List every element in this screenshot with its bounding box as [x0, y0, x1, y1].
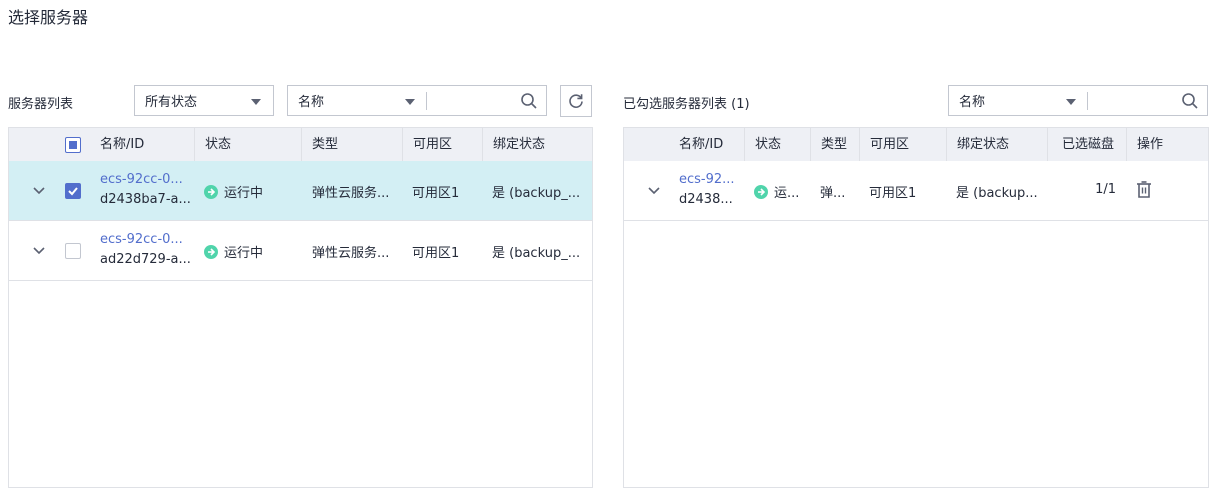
server-list-label: 服务器列表: [8, 97, 74, 112]
status-cell: 运行中: [204, 242, 300, 261]
check-icon: [68, 187, 78, 196]
chevron-down-icon[interactable]: [33, 247, 45, 255]
table-header: 名称/ID 状态 类型 可用区 绑定状态 已选磁盘 操作: [624, 128, 1208, 161]
server-list-table: 名称/ID 状态 类型 可用区 绑定状态 ecs-92cc-0... d2438…: [8, 127, 593, 488]
table-row[interactable]: ecs-92cc-0... ad22d729-a... 运行中 弹性云服务...…: [9, 221, 592, 281]
arrow-right-circle-icon: [754, 185, 768, 199]
status-cell: 运...: [754, 182, 810, 201]
server-name-link[interactable]: ecs-92cc-0...: [100, 232, 192, 247]
status-text: 运行中: [224, 246, 264, 261]
column-header: 可用区: [859, 128, 947, 161]
table-row[interactable]: ecs-92... d2438... 运... 弹... 可用区1 是 (bac…: [624, 161, 1208, 221]
server-id: ad22d729-a...: [100, 252, 191, 267]
status-text: 运...: [774, 186, 800, 201]
status-text: 运行中: [224, 186, 264, 201]
chevron-down-icon: [251, 99, 261, 105]
column-header: 可用区: [402, 128, 482, 161]
status-filter-select[interactable]: 所有状态: [134, 85, 274, 116]
column-header: 操作: [1126, 128, 1208, 161]
column-header: 名称/ID: [100, 137, 145, 152]
status-cell: 运行中: [204, 182, 300, 201]
search-input[interactable]: [426, 85, 547, 116]
column-header: 状态: [744, 128, 811, 161]
zone-cell: 可用区1: [412, 246, 460, 261]
binding-cell: 是 (backup_...: [492, 186, 581, 201]
binding-cell: 是 (backup_...: [492, 246, 581, 261]
search-field-select[interactable]: 名称: [948, 85, 1088, 116]
zone-cell: 可用区1: [412, 186, 460, 201]
zone-cell: 可用区1: [869, 186, 917, 201]
chevron-down-icon: [1066, 99, 1076, 105]
column-header: 状态: [194, 128, 302, 161]
column-header: 名称/ID: [679, 137, 724, 152]
search-icon[interactable]: [1181, 92, 1199, 110]
selected-server-table: 名称/ID 状态 类型 可用区 绑定状态 已选磁盘 操作 ecs-92... d…: [623, 127, 1209, 488]
select-all-checkbox[interactable]: [65, 137, 81, 153]
selected-server-list-label: 已勾选服务器列表 (1): [623, 97, 750, 112]
arrow-right-circle-icon: [204, 185, 218, 199]
row-checkbox[interactable]: [65, 183, 81, 199]
column-header: 绑定状态: [482, 128, 592, 161]
type-cell: 弹性云服务...: [312, 246, 390, 261]
type-cell: 弹...: [820, 186, 846, 201]
column-header: 类型: [810, 128, 860, 161]
search-field-value: 名称: [959, 95, 986, 110]
selected-disks-cell: 1/1: [1095, 182, 1116, 197]
trash-icon[interactable]: [1136, 181, 1152, 199]
server-id: d2438...: [679, 192, 733, 207]
arrow-right-circle-icon: [204, 245, 218, 259]
column-header: 绑定状态: [946, 128, 1048, 161]
status-filter-value: 所有状态: [145, 95, 198, 110]
column-header: 已选磁盘: [1047, 128, 1127, 161]
binding-cell: 是 (backup...: [956, 186, 1038, 201]
refresh-button[interactable]: [560, 85, 592, 117]
server-name-link[interactable]: ecs-92...: [679, 172, 743, 187]
search-input[interactable]: [1087, 85, 1208, 116]
divider: [426, 92, 427, 110]
chevron-down-icon[interactable]: [648, 187, 660, 195]
type-cell: 弹性云服务...: [312, 186, 390, 201]
server-name-link[interactable]: ecs-92cc-0...: [100, 172, 192, 187]
row-checkbox[interactable]: [65, 243, 81, 259]
table-row[interactable]: ecs-92cc-0... d2438ba7-a... 运行中 弹性云服务...…: [9, 161, 592, 221]
search-field-select[interactable]: 名称: [287, 85, 427, 116]
divider: [1087, 92, 1088, 110]
column-header: 类型: [301, 128, 402, 161]
chevron-down-icon[interactable]: [33, 187, 45, 195]
refresh-icon: [569, 94, 583, 108]
search-field-value: 名称: [298, 95, 325, 110]
search-icon[interactable]: [520, 92, 538, 110]
server-id: d2438ba7-a...: [100, 192, 191, 207]
table-header: 名称/ID 状态 类型 可用区 绑定状态: [9, 128, 592, 161]
chevron-down-icon: [405, 99, 415, 105]
page-title: 选择服务器: [8, 8, 89, 27]
